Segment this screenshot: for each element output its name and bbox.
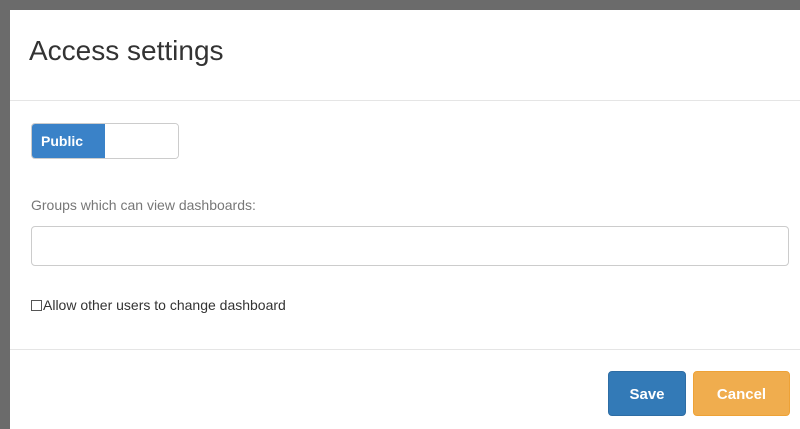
save-button[interactable]: Save xyxy=(608,371,686,416)
allow-change-label: Allow other users to change dashboard xyxy=(43,297,286,313)
dialog-header: Access settings xyxy=(10,10,800,101)
cancel-button[interactable]: Cancel xyxy=(693,371,790,416)
groups-label: Groups which can view dashboards: xyxy=(31,197,256,213)
access-settings-dialog: Access settings Public Groups which can … xyxy=(0,0,800,429)
dialog-title: Access settings xyxy=(29,35,224,66)
toggle-on-label[interactable]: Public xyxy=(32,124,105,158)
groups-input[interactable] xyxy=(31,226,789,266)
public-toggle[interactable]: Public xyxy=(31,123,179,159)
allow-change-checkbox[interactable] xyxy=(31,299,42,311)
dialog-footer: Save Cancel xyxy=(10,350,800,429)
dialog-body: Public Groups which can view dashboards:… xyxy=(10,101,800,350)
toggle-off-handle[interactable] xyxy=(105,124,178,158)
allow-change-row[interactable]: Allow other users to change dashboard xyxy=(31,295,286,315)
